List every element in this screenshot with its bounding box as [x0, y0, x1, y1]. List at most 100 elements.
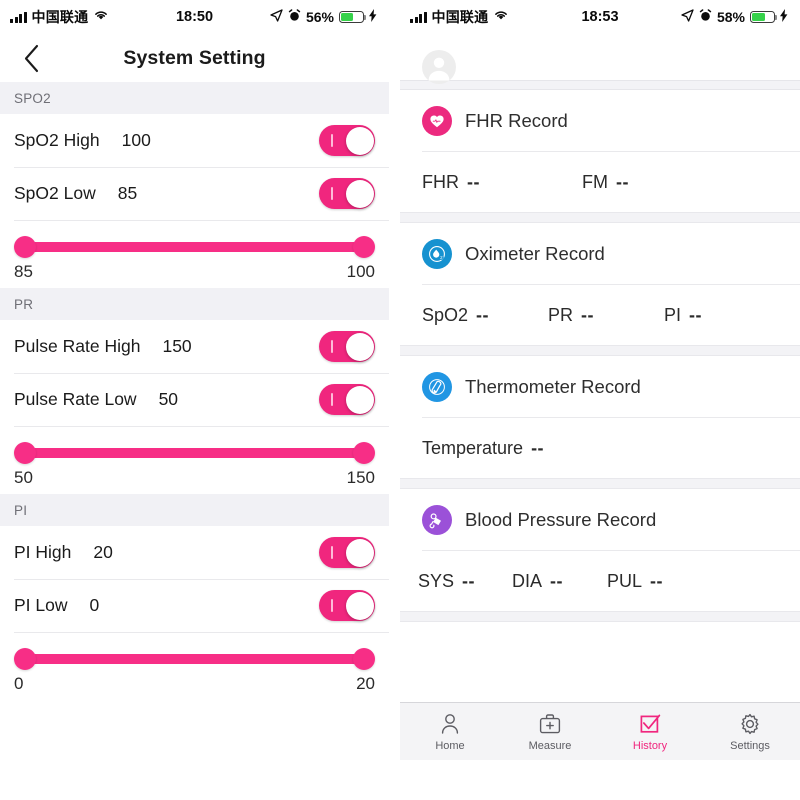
record-header-oximeter[interactable]: 2 Oximeter Record: [400, 223, 800, 285]
value-item: PI --: [664, 305, 702, 326]
gear-icon: [738, 711, 762, 737]
record-values-oximeter: SpO2 -- PR -- PI --: [400, 285, 800, 345]
thermometer-icon: [422, 372, 452, 402]
value-label: PI: [664, 304, 682, 325]
tab-home[interactable]: Home: [400, 711, 500, 752]
row-value: 0: [89, 595, 100, 615]
record-header-fhr[interactable]: FHR Record: [400, 90, 800, 152]
value-label: PUL: [607, 570, 643, 591]
toggle-switch[interactable]: [319, 178, 375, 209]
value-label: DIA: [512, 570, 543, 591]
value-label: Temperature: [422, 437, 524, 458]
slider-max-label: 150: [346, 468, 375, 487]
battery-icon: [339, 11, 367, 23]
setting-row-pi-high[interactable]: PI High 20: [0, 526, 389, 579]
dual-screenshot-container: 中国联通 18:50 56% System Setting SPO2 SpO2 …: [0, 0, 800, 800]
blood-pressure-cuff-icon: [422, 505, 452, 535]
value-number: --: [531, 437, 545, 458]
toggle-switch[interactable]: [319, 125, 375, 156]
person-icon: [438, 711, 462, 737]
value-number: --: [476, 304, 490, 325]
slider-control[interactable]: [14, 646, 375, 672]
battery-percent-label: 58%: [716, 9, 745, 25]
toggle-switch[interactable]: [319, 384, 375, 415]
slider-thumb-low[interactable]: [14, 648, 36, 670]
signal-bars-icon: [410, 11, 427, 23]
range-slider-spo2[interactable]: 85 100: [0, 220, 389, 288]
range-slider-pi[interactable]: 0 20: [0, 632, 389, 700]
slider-thumb-high[interactable]: [353, 648, 375, 670]
record-separator: [400, 611, 800, 622]
setting-row-spo2-low[interactable]: SpO2 Low 85: [0, 167, 389, 220]
heart-icon: [422, 106, 452, 136]
record-title: Thermometer Record: [465, 376, 641, 397]
setting-row-pulse-rate-low[interactable]: Pulse Rate Low 50: [0, 373, 389, 426]
value-item: SpO2 --: [422, 305, 548, 326]
value-number: --: [462, 570, 476, 591]
section-header-pi: PI: [0, 494, 389, 526]
slider-min-label: 85: [14, 262, 33, 281]
value-item: Temperature --: [422, 438, 544, 459]
tab-measure[interactable]: Measure: [500, 711, 600, 752]
row-label: PI High: [14, 542, 72, 562]
record-separator: [400, 345, 800, 356]
checkbox-check-icon: [638, 711, 662, 737]
section-header-spo2: SPO2: [0, 82, 389, 114]
slider-thumb-low[interactable]: [14, 236, 36, 258]
value-label: PR: [548, 304, 574, 325]
charging-bolt-icon: [369, 8, 377, 26]
value-number: --: [467, 171, 480, 192]
slider-thumb-high[interactable]: [353, 236, 375, 258]
slider-thumb-high[interactable]: [353, 442, 375, 464]
row-value: 50: [158, 389, 179, 409]
range-slider-pr[interactable]: 50 150: [0, 426, 389, 494]
tab-label: History: [632, 740, 668, 752]
toggle-switch[interactable]: [319, 331, 375, 362]
value-item: SYS --: [418, 571, 512, 592]
user-avatar-icon[interactable]: [422, 50, 456, 84]
record-header-thermometer[interactable]: Thermometer Record: [400, 356, 800, 418]
toggle-switch[interactable]: [319, 537, 375, 568]
slider-max-label: 100: [346, 262, 375, 281]
row-value: 150: [162, 336, 192, 356]
nav-bar: System Setting: [0, 34, 389, 82]
record-values-blood-pressure: SYS -- DIA -- PUL --: [400, 551, 800, 611]
charging-bolt-icon: [780, 8, 788, 26]
right-phone-screen: 中国联通 18:53 58% FHR Record FHR -- FM -- 2…: [400, 0, 800, 800]
tab-settings[interactable]: Settings: [700, 711, 800, 752]
right-status-bar: 中国联通 18:53 58%: [400, 0, 800, 34]
record-separator: [400, 478, 800, 489]
carrier-label: 中国联通: [31, 9, 89, 25]
value-item: PUL --: [607, 571, 663, 592]
row-value: 100: [121, 130, 151, 150]
slider-scale: 0 20: [14, 672, 375, 694]
battery-icon: [750, 11, 778, 23]
slider-control[interactable]: [14, 234, 375, 260]
value-label: SYS: [418, 570, 455, 591]
slider-track: [24, 242, 365, 252]
value-label: FHR: [422, 171, 459, 192]
row-value: 85: [117, 183, 138, 203]
slider-thumb-low[interactable]: [14, 442, 36, 464]
toggle-switch[interactable]: [319, 590, 375, 621]
wifi-icon: [93, 9, 109, 25]
slider-max-label: 20: [356, 674, 375, 693]
setting-row-pi-low[interactable]: PI Low 0: [0, 579, 389, 632]
alarm-clock-icon: [699, 8, 712, 26]
tab-history[interactable]: History: [600, 711, 700, 752]
profile-header: [400, 34, 800, 84]
signal-bars-icon: [10, 11, 27, 23]
record-header-blood-pressure[interactable]: Blood Pressure Record: [400, 489, 800, 551]
slider-control[interactable]: [14, 440, 375, 466]
row-label: PI Low: [14, 595, 68, 615]
value-number: --: [689, 304, 703, 325]
slider-scale: 85 100: [14, 260, 375, 282]
setting-row-spo2-high[interactable]: SpO2 High 100: [0, 114, 389, 167]
record-title: Oximeter Record: [465, 243, 605, 264]
carrier-label: 中国联通: [431, 9, 489, 25]
location-arrow-icon: [681, 8, 694, 26]
row-label: Pulse Rate Low: [14, 389, 137, 409]
tab-label: Settings: [730, 740, 770, 752]
setting-row-pulse-rate-high[interactable]: Pulse Rate High 150: [0, 320, 389, 373]
left-status-bar: 中国联通 18:50 56%: [0, 0, 389, 34]
